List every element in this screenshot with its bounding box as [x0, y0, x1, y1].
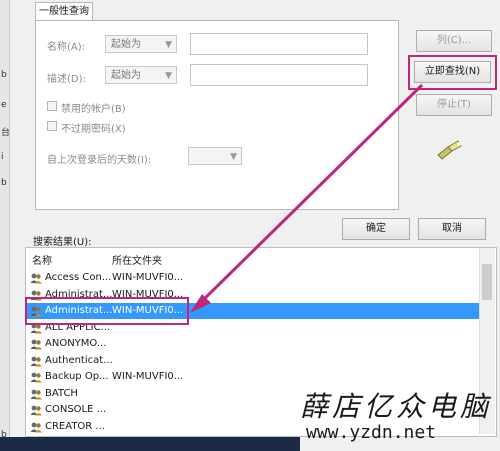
annotation-arrow	[190, 83, 424, 313]
watermark: 薛店亿众电脑 www.yzdn.net	[300, 392, 498, 444]
watermark-url: www.yzdn.net	[306, 422, 437, 443]
taskbar	[0, 437, 300, 451]
watermark-chinese: 薛店亿众电脑	[300, 390, 493, 423]
